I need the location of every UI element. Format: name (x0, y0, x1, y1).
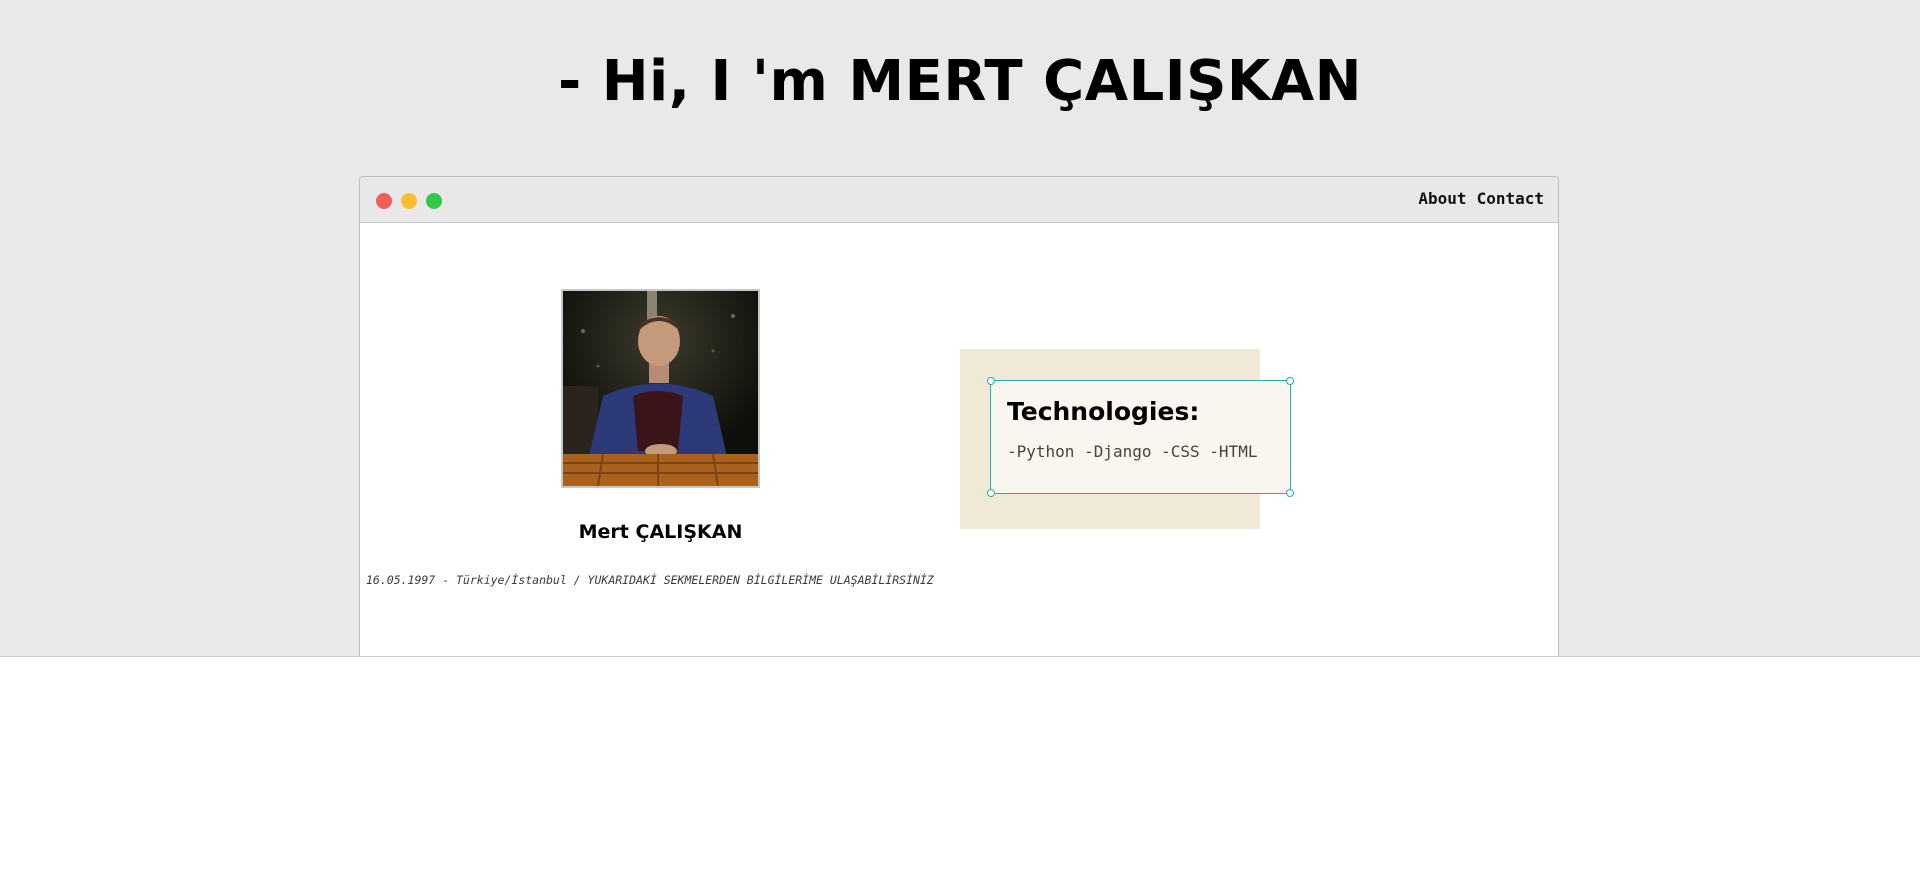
window-titlebar: About Contact (360, 177, 1558, 223)
technologies-list: -Python -Django -CSS -HTML (1007, 442, 1258, 461)
top-nav: About Contact (1418, 189, 1544, 208)
maximize-window-icon[interactable] (426, 193, 442, 209)
nav-contact-link[interactable]: Contact (1477, 189, 1544, 208)
resize-handle-icon[interactable] (1286, 489, 1294, 497)
profile-photo-image (563, 291, 758, 486)
technologies-title: Technologies: (1007, 397, 1200, 426)
profile-bio: 16.05.1997 - Türkiye/İstanbul / YUKARIDA… (366, 573, 934, 587)
close-window-icon[interactable] (376, 193, 392, 209)
resize-handle-icon[interactable] (1286, 377, 1294, 385)
profile-name: Mert ÇALIŞKAN (578, 521, 743, 543)
minimize-window-icon[interactable] (401, 193, 417, 209)
profile-photo (561, 289, 760, 488)
resize-handle-icon[interactable] (987, 489, 995, 497)
nav-about-link[interactable]: About (1418, 189, 1466, 208)
hero-title: - Hi, I 'm MERT ÇALIŞKAN (557, 49, 1363, 114)
technologies-card[interactable]: Technologies: -Python -Django -CSS -HTML (987, 377, 1294, 497)
resize-handle-icon[interactable] (987, 377, 995, 385)
browser-window: About Contact Mert ÇALIŞKAN 16.05.1997 -… (359, 176, 1559, 656)
